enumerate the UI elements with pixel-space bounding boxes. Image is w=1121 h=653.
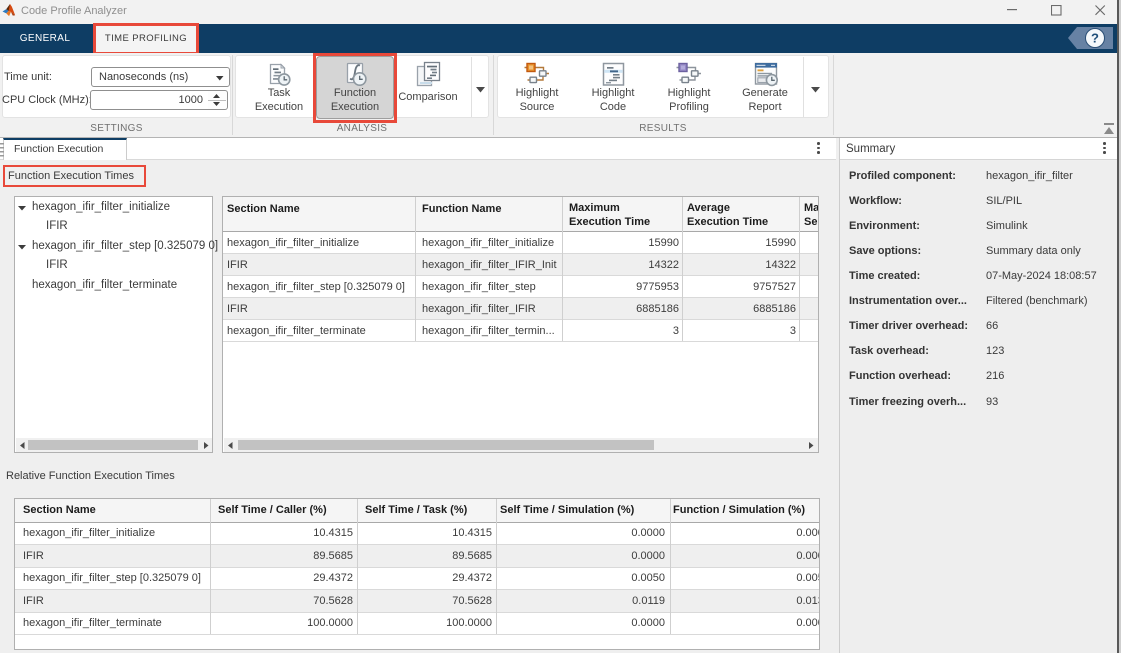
svg-text:?: ? <box>1091 31 1099 46</box>
